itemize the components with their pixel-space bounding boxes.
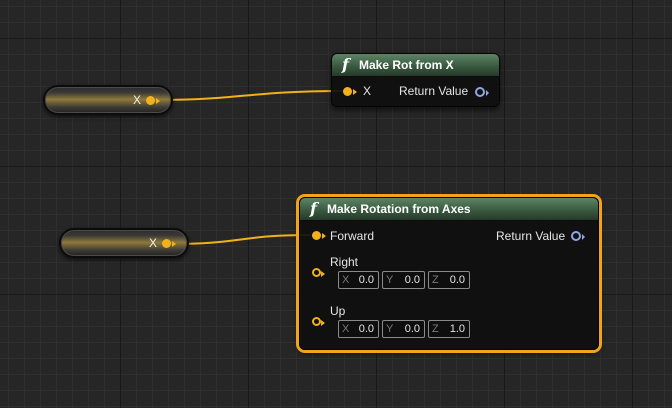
axis-label: X	[342, 323, 350, 335]
function-icon: f	[310, 199, 317, 218]
axis-value: 0.0	[404, 274, 420, 286]
right-z-field[interactable]: Z 0.0	[428, 271, 470, 289]
right-x-field[interactable]: X 0.0	[338, 271, 379, 289]
vector-variable-node[interactable]: X	[43, 85, 173, 115]
return-value-pin[interactable]	[571, 231, 585, 241]
axis-label: Y	[386, 323, 394, 335]
node-title: Make Rotation from Axes	[327, 202, 471, 216]
axis-label: X	[342, 274, 350, 286]
axis-value: 0.0	[358, 274, 374, 286]
make-rotation-from-axes-node[interactable]: f Make Rotation from Axes Forward Return…	[299, 197, 599, 350]
variable-output-pin[interactable]	[146, 96, 160, 105]
axis-value: 0.0	[404, 323, 420, 335]
make-rot-from-x-node[interactable]: f Make Rot from X X Return Value	[331, 53, 500, 107]
return-value-label: Return Value	[399, 84, 469, 98]
up-label: Up	[330, 304, 346, 318]
vector-variable-node[interactable]: X	[59, 228, 189, 258]
node-header[interactable]: f Make Rotation from Axes	[300, 198, 598, 221]
axis-label: Z	[432, 323, 439, 335]
forward-label: Forward	[330, 229, 375, 243]
node-title: Make Rot from X	[359, 58, 454, 72]
x-input-pin[interactable]	[343, 87, 357, 96]
wire-x-to-make-rot-from-x	[155, 90, 343, 101]
function-icon: f	[342, 55, 349, 74]
axis-value: 0.0	[449, 274, 465, 286]
return-value-pin[interactable]	[475, 87, 489, 97]
axis-value: 1.0	[449, 323, 465, 335]
variable-output-pin[interactable]	[162, 239, 176, 248]
wire-x-to-forward	[171, 234, 312, 245]
return-value-label: Return Value	[496, 229, 566, 243]
right-y-field[interactable]: Y 0.0	[382, 271, 425, 289]
up-x-field[interactable]: X 0.0	[338, 320, 379, 338]
axis-value: 0.0	[358, 323, 374, 335]
axis-label: Z	[432, 274, 439, 286]
axis-label: Y	[386, 274, 394, 286]
up-y-field[interactable]: Y 0.0	[382, 320, 425, 338]
node-header[interactable]: f Make Rot from X	[332, 54, 499, 77]
up-z-field[interactable]: Z 1.0	[428, 320, 470, 338]
forward-input-pin[interactable]	[312, 231, 326, 240]
variable-pin-label: X	[149, 236, 158, 250]
right-label: Right	[330, 255, 359, 269]
x-input-label: X	[363, 84, 372, 98]
up-input-pin[interactable]	[312, 317, 325, 326]
right-input-pin[interactable]	[312, 268, 325, 277]
variable-pin-label: X	[133, 93, 142, 107]
